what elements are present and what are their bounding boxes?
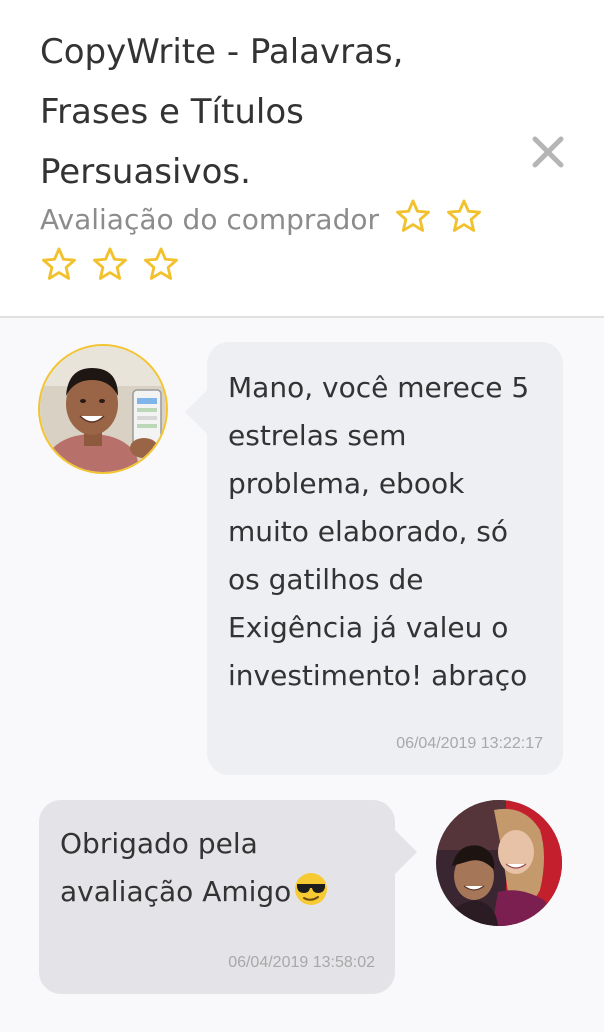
product-title: CopyWrite - Palavras, Frases e Títulos P… — [40, 32, 404, 192]
star-icon — [395, 199, 430, 232]
message-timestamp: 06/04/2019 13:58:02 — [228, 954, 375, 971]
conversation: Mano, você merece 5 estrelas sem problem… — [0, 318, 604, 1032]
seller-avatar — [436, 800, 562, 926]
buyer-avatar — [40, 346, 166, 472]
star-icon — [143, 247, 178, 280]
star-icon — [92, 247, 127, 280]
close-button[interactable] — [528, 132, 568, 172]
message-timestamp: 06/04/2019 13:22:17 — [396, 735, 543, 752]
star-icon — [42, 247, 76, 280]
buyer-rating: Avaliação do comprador — [40, 196, 560, 292]
close-icon — [532, 136, 564, 168]
seller-message: Obrigado pela avaliação Amigo 06/04/2019… — [39, 800, 417, 994]
sunglasses-emoji-icon — [295, 873, 328, 905]
message-text: Mano, você merece 5 estrelas sem problem… — [228, 371, 530, 692]
message-text: Obrigado pela avaliação Amigo — [60, 827, 292, 908]
review-header: CopyWrite - Palavras, Frases e Títulos P… — [0, 0, 604, 316]
buyer-message: Mano, você merece 5 estrelas sem problem… — [185, 342, 563, 775]
rating-label: Avaliação do comprador — [40, 203, 380, 236]
star-icon — [446, 199, 481, 232]
